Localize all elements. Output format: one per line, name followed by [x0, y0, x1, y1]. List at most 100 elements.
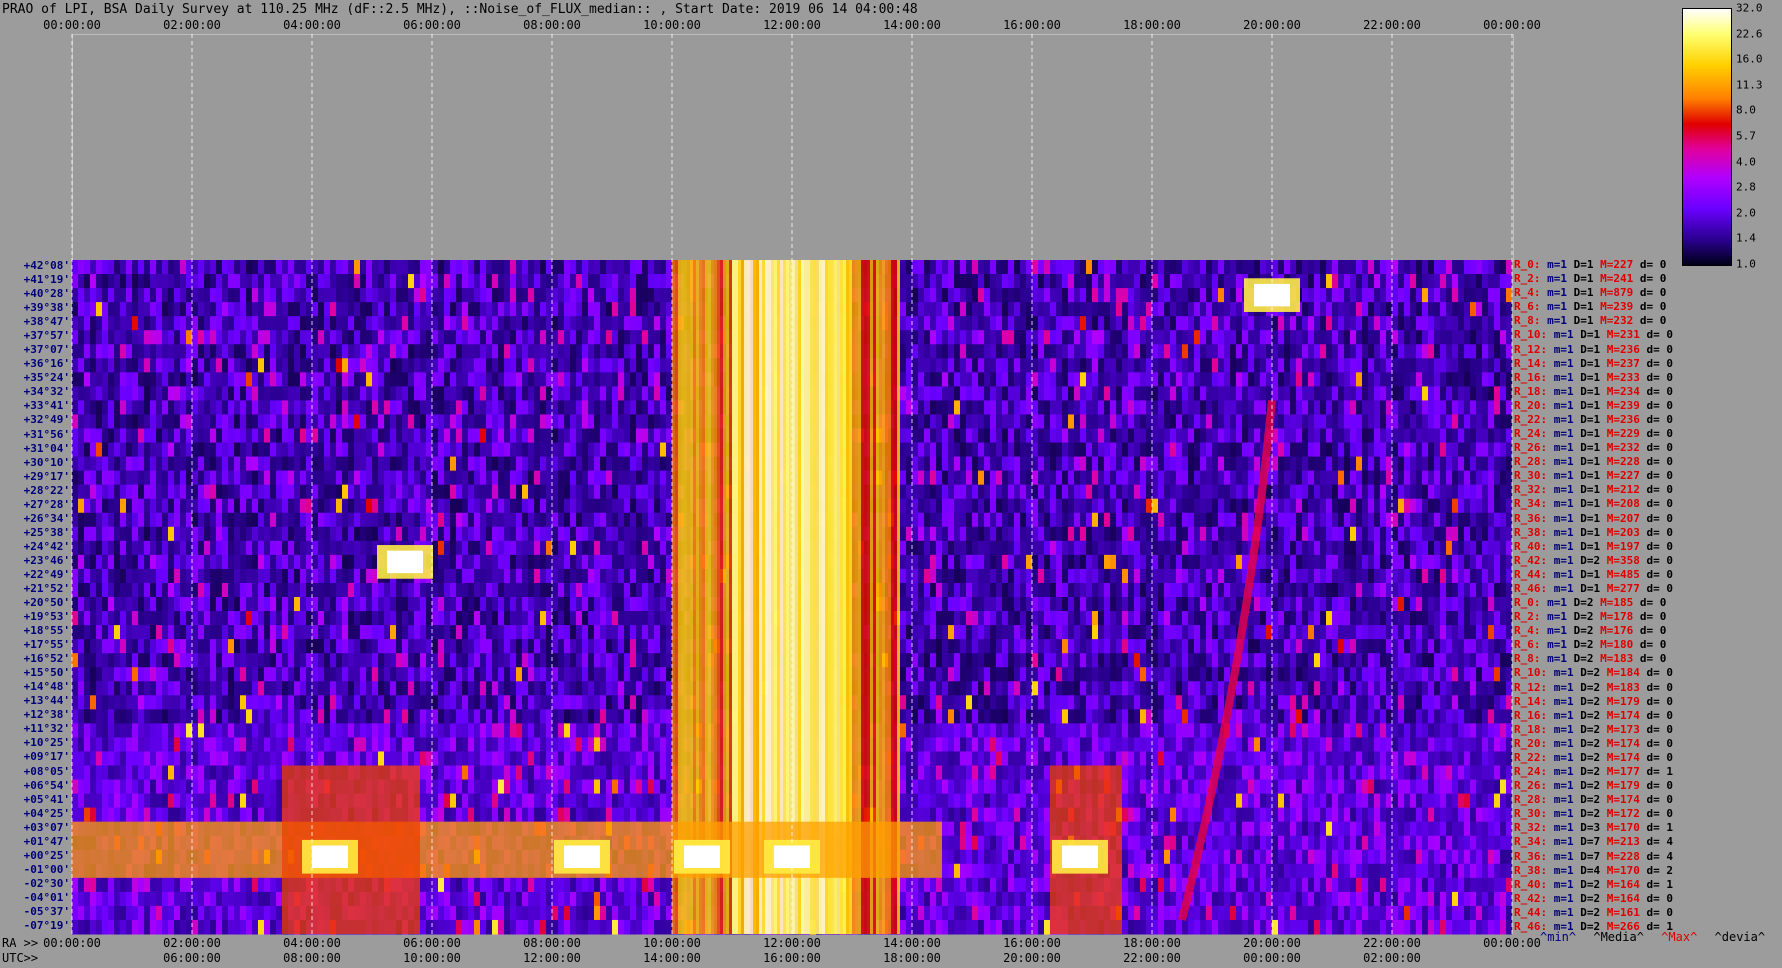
heatmap-cell [1062, 512, 1068, 528]
heatmap-cell [1428, 358, 1434, 373]
heatmap-cell [84, 358, 90, 373]
heatmap-cell [1374, 414, 1380, 429]
heatmap-cell [72, 330, 78, 345]
heatmap-cell [930, 428, 936, 444]
heatmap-cell [498, 288, 504, 303]
heatmap-cell [1146, 316, 1152, 331]
heatmap-cell [276, 526, 282, 542]
heatmap-cell [648, 540, 654, 556]
heatmap-cell [1332, 316, 1338, 331]
heatmap-cell [90, 386, 96, 401]
heatmap-cell [1344, 498, 1350, 514]
heatmap-cell [1500, 400, 1506, 415]
heatmap-cell [1374, 484, 1380, 500]
heatmap-cell [1356, 470, 1362, 486]
heatmap-cell [588, 526, 594, 542]
heatmap-cell [1398, 288, 1404, 303]
heatmap-cell [444, 456, 450, 472]
heatmap-cell [300, 512, 306, 528]
heatmap-cell [1008, 358, 1014, 373]
heatmap-cell [504, 260, 510, 275]
heatmap-cell [414, 414, 420, 429]
heatmap-cell [462, 498, 468, 514]
heatmap-cell [1482, 414, 1488, 429]
heatmap-cell [948, 498, 954, 514]
heatmap-cell [1482, 498, 1488, 514]
heatmap-cell [1032, 470, 1038, 486]
heatmap-cell [1032, 526, 1038, 542]
heatmap-cell [1158, 260, 1164, 275]
heatmap-cell [558, 456, 564, 472]
heatmap-cell [1098, 372, 1104, 387]
heatmap-cell [384, 484, 390, 500]
heatmap-cell [930, 260, 936, 275]
heatmap-cell [1266, 260, 1272, 275]
heatmap-cell [1326, 428, 1332, 444]
heatmap-cell [1170, 358, 1176, 373]
heatmap-cell [1158, 274, 1164, 289]
heatmap-cell [534, 288, 540, 303]
heatmap-cell [390, 260, 396, 275]
heatmap-cell [132, 442, 138, 458]
heatmap-cell [936, 400, 942, 415]
heatmap-cell [540, 540, 546, 556]
heatmap-cell [144, 288, 150, 303]
heatmap-cell [606, 386, 612, 401]
heatmap-cell [1224, 456, 1230, 472]
heatmap-cell [1194, 344, 1200, 359]
heatmap-cell [1284, 344, 1290, 359]
heatmap-cell [1422, 400, 1428, 415]
heatmap-cell [438, 330, 444, 345]
heatmap-cell [234, 316, 240, 331]
heatmap-cell [918, 274, 924, 289]
heatmap-cell [636, 428, 642, 444]
heatmap-cell [348, 358, 354, 373]
heatmap-cell [384, 288, 390, 303]
heatmap-cell [552, 540, 558, 556]
heatmap-cell [480, 414, 486, 429]
heatmap-cell [1038, 386, 1044, 401]
heatmap-cell [234, 330, 240, 345]
heatmap-cell [108, 288, 114, 303]
heatmap-cell [198, 274, 204, 289]
heatmap-cell [1368, 288, 1374, 303]
heatmap-cell [1416, 316, 1422, 331]
heatmap-cell [216, 484, 222, 500]
heatmap-cell [1236, 470, 1242, 486]
heatmap-cell [72, 344, 78, 359]
heatmap-cell [558, 274, 564, 289]
heatmap-cell [906, 358, 912, 373]
heatmap-cell [1020, 526, 1026, 542]
heatmap-cell [420, 344, 426, 359]
heatmap-cell [936, 512, 942, 528]
heatmap-cell [474, 400, 480, 415]
heatmap-cell [576, 512, 582, 528]
heatmap-cell [1254, 428, 1260, 444]
heatmap-cell [1374, 302, 1380, 317]
heatmap-cell [1230, 274, 1236, 289]
heatmap-cell [318, 484, 324, 500]
heatmap-cell [534, 400, 540, 415]
heatmap-cell [492, 442, 498, 458]
heatmap-cell [1404, 442, 1410, 458]
heatmap-cell [1242, 428, 1248, 444]
heatmap-cell [1230, 498, 1236, 514]
heatmap-cell [1170, 428, 1176, 444]
heatmap-cell [1098, 470, 1104, 486]
heatmap-cell [594, 400, 600, 415]
heatmap-cell [180, 386, 186, 401]
heatmap-cell [150, 442, 156, 458]
heatmap-cell [1086, 316, 1092, 331]
heatmap-cell [318, 372, 324, 387]
heatmap-cell [1176, 260, 1182, 275]
heatmap-cell [102, 470, 108, 486]
heatmap-cell [1140, 358, 1146, 373]
heatmap-cell [618, 456, 624, 472]
heatmap-cell [216, 400, 222, 415]
heatmap-cell [198, 414, 204, 429]
heatmap-cell [432, 316, 438, 331]
heatmap-cell [534, 498, 540, 514]
heatmap-cell [396, 372, 402, 387]
heatmap-cell [1134, 316, 1140, 331]
heatmap-cell [1434, 302, 1440, 317]
